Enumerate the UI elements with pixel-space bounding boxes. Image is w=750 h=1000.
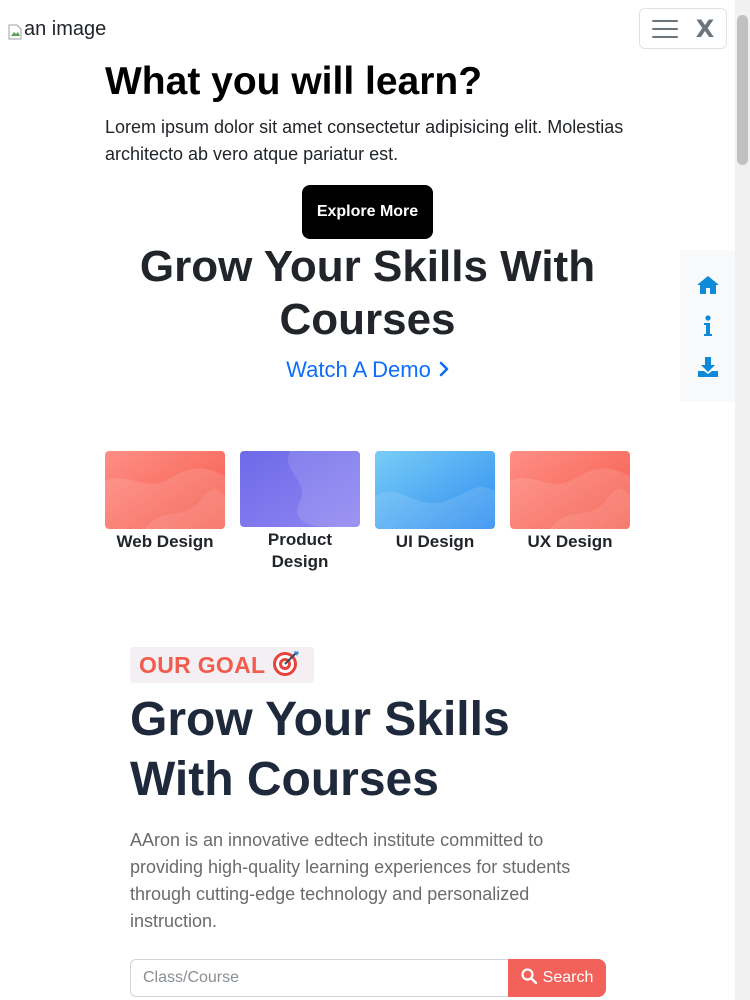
course-card-ux-design[interactable]: UX Design — [510, 451, 630, 553]
home-icon[interactable] — [695, 272, 721, 298]
search-button[interactable]: Search — [508, 959, 606, 997]
info-icon[interactable] — [695, 313, 721, 339]
page-scrollbar[interactable] — [735, 0, 750, 1000]
course-label: UI Design — [395, 532, 475, 551]
goal-heading: Grow Your Skills With Courses — [130, 693, 510, 806]
page-title: What you will learn? — [105, 60, 483, 103]
chevron-right-icon — [439, 357, 449, 383]
hamburger-menu-icon — [651, 19, 678, 39]
grow-skills-heading: Grow Your Skills With Courses — [139, 242, 596, 344]
scrollbar-thumb[interactable] — [737, 15, 748, 165]
course-label: Product Design — [267, 530, 333, 571]
target-icon — [271, 649, 301, 682]
search-input[interactable] — [130, 959, 508, 997]
course-label: Web Design — [116, 532, 214, 551]
course-card-web-design[interactable]: Web Design — [105, 451, 225, 553]
course-search-form: Search — [130, 959, 606, 997]
broken-image-icon — [8, 23, 22, 39]
course-label: UX Design — [527, 532, 613, 551]
course-card-ui-design[interactable]: UI Design — [375, 451, 495, 553]
logo-alt-text: an image — [24, 18, 107, 40]
course-card-product-design[interactable]: Product Design — [240, 451, 360, 573]
course-thumbnail — [105, 451, 225, 529]
course-thumbnail — [240, 451, 360, 527]
search-icon — [521, 967, 537, 989]
hero-description: Lorem ipsum dolor sit amet consectetur a… — [105, 117, 624, 164]
goal-badge-text: OUR GOAL — [139, 651, 266, 678]
course-thumbnail — [375, 451, 495, 529]
watch-demo-label: Watch A Demo — [286, 357, 431, 382]
navbar-toggler-button[interactable]: X — [639, 8, 727, 49]
our-goal-badge: OUR GOAL — [130, 647, 314, 683]
close-label: X — [695, 14, 715, 43]
side-nav-panel — [680, 250, 735, 402]
course-thumbnail — [510, 451, 630, 529]
watch-demo-link[interactable]: Watch A Demo — [105, 357, 630, 383]
download-icon[interactable] — [695, 354, 721, 380]
explore-more-button[interactable]: Explore More — [302, 185, 433, 239]
logo-image[interactable]: an image — [8, 18, 106, 41]
goal-description: AAron is an innovative edtech institute … — [130, 830, 571, 931]
search-button-label: Search — [542, 969, 594, 986]
